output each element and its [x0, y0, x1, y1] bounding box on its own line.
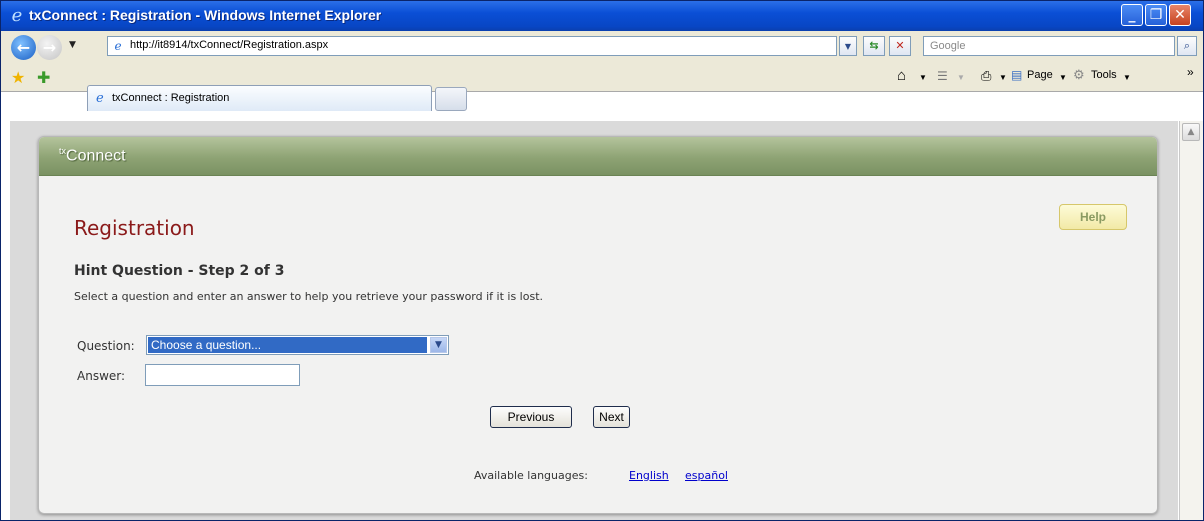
back-button[interactable]: ←	[11, 35, 36, 60]
new-tab-button[interactable]	[435, 87, 467, 111]
registration-card: txConnect Help Registration Hint Questio…	[38, 136, 1158, 514]
address-toolbar: ← → ▼ e http://it8914/txConnect/Registra…	[1, 31, 1203, 64]
next-button[interactable]: Next	[593, 406, 630, 428]
search-icon: ⌕	[1183, 39, 1191, 52]
home-icon[interactable]: ⌂	[897, 67, 906, 84]
minimize-button[interactable]: _	[1121, 4, 1143, 26]
tools-dropdown-icon[interactable]: ▼	[1123, 73, 1131, 82]
tools-menu[interactable]: Tools	[1091, 69, 1117, 81]
feeds-dropdown-icon[interactable]: ▼	[957, 73, 965, 82]
print-icon[interactable]: ⎙	[981, 68, 991, 84]
language-link-english[interactable]: English	[629, 469, 669, 482]
answer-label: Answer:	[77, 369, 126, 383]
refresh-button[interactable]: ⇆	[863, 36, 885, 56]
tab-page-icon: e	[96, 91, 104, 106]
previous-button[interactable]: Previous	[490, 406, 572, 428]
logo-prefix: tx	[59, 146, 67, 156]
answer-input[interactable]	[145, 364, 300, 386]
page-icon: e	[114, 39, 122, 53]
browser-window: e txConnect : Registration - Windows Int…	[0, 0, 1204, 521]
page-dropdown-icon[interactable]: ▼	[1059, 73, 1067, 82]
title-bar: e txConnect : Registration - Windows Int…	[1, 1, 1203, 31]
add-favorites-icon[interactable]: ✚	[37, 68, 50, 87]
stop-icon: ✕	[895, 39, 905, 52]
page-menu-icon: ▤	[1011, 68, 1023, 82]
tab-registration[interactable]: e txConnect : Registration	[87, 85, 432, 111]
favorites-star-icon[interactable]: ★	[11, 68, 25, 87]
question-label: Question:	[77, 339, 135, 353]
question-selected-value: Choose a question...	[148, 337, 427, 353]
maximize-button[interactable]: ❐	[1145, 4, 1167, 26]
step-heading: Hint Question - Step 2 of 3	[74, 263, 285, 279]
chevron-more-icon[interactable]: »	[1187, 65, 1194, 79]
languages-label: Available languages:	[474, 469, 588, 482]
home-dropdown-icon[interactable]: ▼	[919, 73, 927, 82]
tab-bar: ★ ✚ e txConnect : Registration ⌂ ▼ ☰ ▼ ⎙…	[1, 63, 1203, 111]
instructions-text: Select a question and enter an answer to…	[74, 290, 544, 303]
history-dropdown-icon[interactable]: ▼	[69, 40, 76, 50]
question-select[interactable]: Choose a question... ▼	[146, 335, 449, 355]
search-placeholder: Google	[930, 40, 966, 52]
window-title: txConnect : Registration - Windows Inter…	[29, 7, 382, 23]
page-menu[interactable]: Page	[1027, 69, 1053, 81]
feeds-icon[interactable]: ☰	[937, 69, 948, 83]
close-button[interactable]: ✕	[1169, 4, 1191, 26]
help-button[interactable]: Help	[1059, 204, 1127, 230]
print-dropdown-icon[interactable]: ▼	[999, 73, 1007, 82]
url-text: http://it8914/txConnect/Registration.asp…	[130, 39, 329, 51]
stop-button[interactable]: ✕	[889, 36, 911, 56]
address-dropdown-button[interactable]: ▼	[839, 36, 857, 56]
scroll-up-button[interactable]: ▲	[1182, 123, 1200, 141]
gear-icon: ⚙	[1073, 67, 1085, 82]
forward-button[interactable]: →	[37, 35, 62, 60]
vertical-scrollbar[interactable]: ▲	[1179, 121, 1203, 520]
address-input[interactable]: e http://it8914/txConnect/Registration.a…	[107, 36, 837, 56]
tab-label: txConnect : Registration	[112, 92, 230, 104]
logo-text: Connect	[66, 147, 126, 165]
search-button[interactable]: ⌕	[1177, 36, 1197, 56]
page-title: Registration	[74, 216, 195, 240]
search-input[interactable]: Google	[923, 36, 1175, 56]
txconnect-logo: txConnect	[59, 146, 126, 165]
refresh-icon: ⇆	[869, 39, 879, 52]
card-header: txConnect	[39, 137, 1157, 176]
chevron-down-icon: ▼	[844, 42, 852, 51]
ie-logo-icon: e	[11, 5, 23, 26]
chevron-down-icon[interactable]: ▼	[430, 337, 447, 353]
language-link-espanol[interactable]: español	[685, 469, 728, 482]
